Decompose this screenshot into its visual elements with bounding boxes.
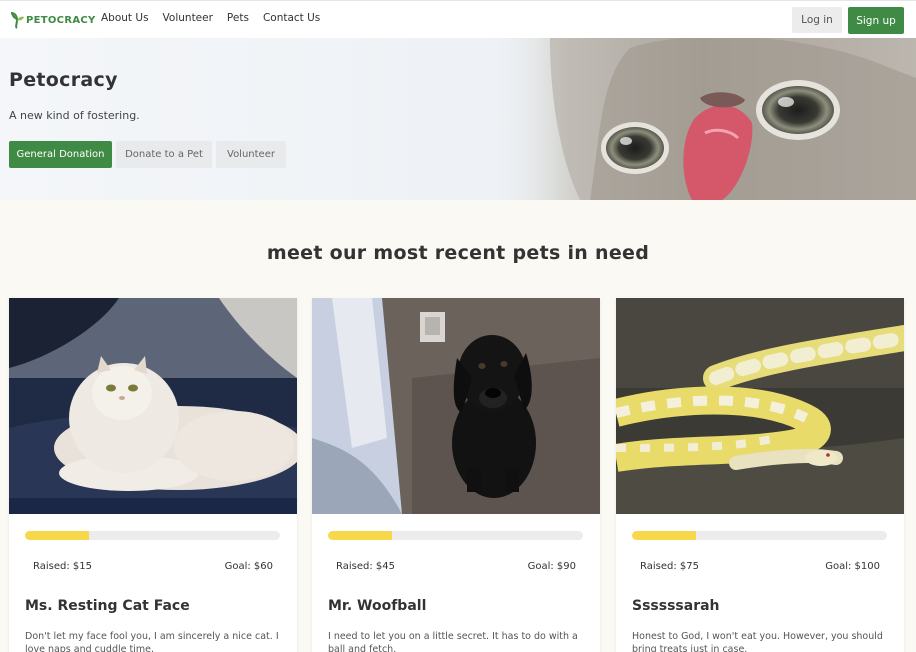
donation-progress-bar	[328, 531, 583, 540]
pet-card[interactable]: Raised: $15 Goal: $60 Ms. Resting Cat Fa…	[9, 298, 297, 652]
general-donation-button[interactable]: General Donation	[9, 141, 112, 168]
volunteer-button[interactable]: Volunteer	[216, 141, 286, 168]
goal-amount: Goal: $60	[224, 561, 273, 572]
raised-amount: Raised: $75	[640, 561, 699, 572]
pet-description: Don't let my face fool you, I am sincere…	[25, 631, 279, 652]
goal-amount: Goal: $90	[527, 561, 576, 572]
pet-description: Honest to God, I won't eat you. However,…	[632, 631, 883, 652]
pet-card[interactable]: Raised: $45 Goal: $90 Mr. Woofball I nee…	[312, 298, 600, 652]
progress-fill	[328, 531, 392, 540]
nav-volunteer[interactable]: Volunteer	[163, 12, 213, 24]
donation-progress-bar	[632, 531, 887, 540]
pet-name: Ssssssarah	[632, 598, 720, 614]
pet-photo-cat	[9, 298, 297, 514]
hero-banner: Petocracy A new kind of fostering. Gener…	[0, 38, 916, 200]
progress-fill	[25, 531, 89, 540]
raised-amount: Raised: $45	[336, 561, 395, 572]
pet-description: I need to let you on a little secret. It…	[328, 631, 578, 652]
nav-pets[interactable]: Pets	[227, 12, 249, 24]
pet-name: Mr. Woofball	[328, 598, 427, 614]
kitten-hero-image	[490, 38, 916, 200]
donation-progress-bar	[25, 531, 280, 540]
nav-about-us[interactable]: About Us	[101, 12, 149, 24]
login-button[interactable]: Log in	[792, 7, 842, 33]
brand-logo[interactable]: PETOCRACY	[9, 11, 96, 29]
navbar: PETOCRACY About Us Volunteer Pets Contac…	[0, 0, 916, 38]
pet-photo-snake	[616, 298, 904, 514]
nav-links: About Us Volunteer Pets Contact Us	[101, 12, 334, 24]
pet-name: Ms. Resting Cat Face	[25, 598, 190, 614]
signup-button[interactable]: Sign up	[848, 7, 904, 34]
progress-fill	[632, 531, 696, 540]
pet-card[interactable]: Raised: $75 Goal: $100 Ssssssarah Honest…	[616, 298, 904, 652]
hero-title: Petocracy	[9, 69, 118, 91]
pet-photo-dog	[312, 298, 600, 514]
brand-name: PETOCRACY	[26, 14, 96, 26]
goal-amount: Goal: $100	[825, 561, 880, 572]
hero-subtitle: A new kind of fostering.	[9, 109, 140, 122]
nav-contact-us[interactable]: Contact Us	[263, 12, 320, 24]
section-title: meet our most recent pets in need	[266, 242, 650, 264]
raised-amount: Raised: $15	[33, 561, 92, 572]
donate-to-pet-button[interactable]: Donate to a Pet	[116, 141, 212, 168]
paw-leaf-icon	[10, 12, 24, 29]
